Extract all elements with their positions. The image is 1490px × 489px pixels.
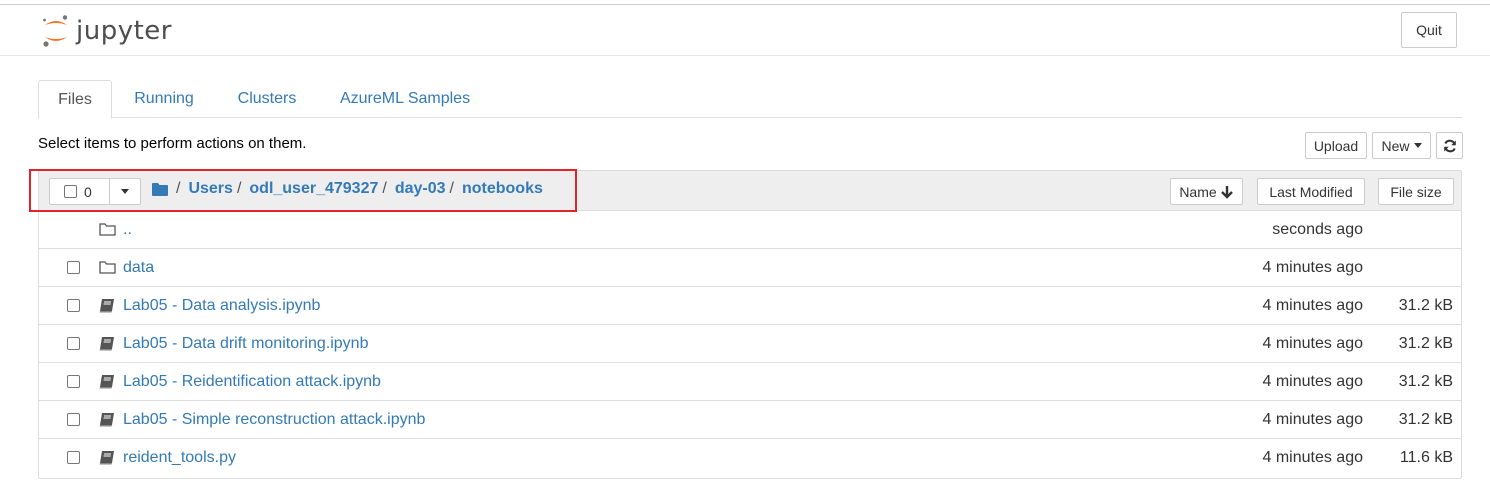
list-item[interactable]: Lab05 - Reidentification attack.ipynb 4 … <box>39 363 1461 401</box>
list-header: 0 / Users / odl_user_479327 / day-03 / n… <box>39 171 1461 211</box>
file-name[interactable]: Lab05 - Data analysis.ipynb <box>123 297 320 315</box>
jupyter-logo-icon <box>43 15 68 47</box>
list-item[interactable]: Lab05 - Data analysis.ipynb 4 minutes ag… <box>39 287 1461 325</box>
new-button-label: New <box>1381 137 1410 154</box>
file-name[interactable]: reident_tools.py <box>123 449 236 467</box>
list-item-updir[interactable]: .. seconds ago <box>39 211 1461 249</box>
row-checkbox[interactable] <box>67 451 80 464</box>
tab-bar: Files Running Clusters AzureML Samples <box>38 80 1462 119</box>
folder-outline-icon <box>99 223 116 236</box>
file-name[interactable]: .. <box>123 221 132 239</box>
breadcrumb-separator: / <box>176 180 181 197</box>
file-modified: 4 minutes ago <box>1262 297 1363 314</box>
selection-hint: Select items to perform actions on them. <box>38 135 307 152</box>
file-size: 31.2 kB <box>1398 335 1453 352</box>
file-size: 31.2 kB <box>1398 297 1453 314</box>
file-book-icon <box>99 451 114 465</box>
list-item[interactable]: data 4 minutes ago <box>39 249 1461 287</box>
breadcrumb-users[interactable]: Users <box>188 180 232 198</box>
tab-azureml-samples[interactable]: AzureML Samples <box>326 80 484 118</box>
sort-name-label: Name <box>1179 183 1217 200</box>
notebook-icon <box>99 413 114 427</box>
folder-icon[interactable] <box>152 182 168 196</box>
refresh-button[interactable] <box>1436 132 1463 159</box>
file-modified: 4 minutes ago <box>1262 411 1363 428</box>
chevron-down-icon <box>121 189 130 194</box>
arrow-down-icon <box>1220 185 1233 199</box>
file-size: 31.2 kB <box>1398 373 1453 390</box>
refresh-icon <box>1443 139 1456 152</box>
select-all-group: 0 <box>49 178 141 205</box>
file-size: 31.2 kB <box>1398 411 1453 428</box>
list-item[interactable]: Lab05 - Data drift monitoring.ipynb 4 mi… <box>39 325 1461 363</box>
sort-by-name-button[interactable]: Name <box>1170 178 1243 205</box>
breadcrumb-separator: / <box>236 180 242 197</box>
new-button[interactable]: New <box>1372 132 1431 159</box>
sort-by-size-button[interactable]: File size <box>1378 178 1454 205</box>
file-name[interactable]: Lab05 - Simple reconstruction attack.ipy… <box>123 411 425 429</box>
folder-outline-icon <box>99 261 116 274</box>
tab-files[interactable]: Files <box>38 80 112 119</box>
file-modified: 4 minutes ago <box>1262 335 1363 352</box>
row-checkbox[interactable] <box>67 413 80 426</box>
sort-by-modified-button[interactable]: Last Modified <box>1257 178 1365 205</box>
breadcrumb-user-folder[interactable]: odl_user_479327 <box>249 180 378 198</box>
tab-running[interactable]: Running <box>120 80 208 118</box>
upload-button[interactable]: Upload <box>1305 132 1367 159</box>
select-all-toggle[interactable]: 0 <box>49 178 111 205</box>
list-item[interactable]: Lab05 - Simple reconstruction attack.ipy… <box>39 401 1461 439</box>
logo-text: jupyter <box>76 16 172 46</box>
notebook-icon <box>99 299 114 313</box>
breadcrumb-separator: / <box>382 180 387 197</box>
file-name[interactable]: data <box>123 259 154 277</box>
file-modified: 4 minutes ago <box>1262 373 1363 390</box>
jupyter-logo[interactable]: jupyter <box>42 13 172 49</box>
file-modified: 4 minutes ago <box>1262 259 1363 276</box>
notebook-icon <box>99 337 114 351</box>
row-checkbox[interactable] <box>67 299 80 312</box>
row-checkbox[interactable] <box>67 261 80 274</box>
file-modified: seconds ago <box>1272 221 1363 238</box>
breadcrumb: / Users / odl_user_479327 / day-03 / not… <box>152 180 543 198</box>
row-checkbox[interactable] <box>67 337 80 350</box>
select-dropdown-button[interactable] <box>110 178 141 205</box>
list-item[interactable]: reident_tools.py 4 minutes ago 11.6 kB <box>39 439 1461 477</box>
breadcrumb-day-03[interactable]: day-03 <box>395 180 446 198</box>
quit-button[interactable]: Quit <box>1401 12 1457 48</box>
tab-clusters[interactable]: Clusters <box>224 80 310 118</box>
notebook-icon <box>99 375 114 389</box>
select-all-checkbox[interactable] <box>64 185 77 198</box>
selected-count: 0 <box>84 183 92 200</box>
file-name[interactable]: Lab05 - Data drift monitoring.ipynb <box>123 335 368 353</box>
file-size: 11.6 kB <box>1399 449 1453 466</box>
chevron-down-icon <box>1413 143 1422 148</box>
breadcrumb-separator: / <box>449 180 454 197</box>
breadcrumb-notebooks[interactable]: notebooks <box>462 180 543 198</box>
header: jupyter Quit <box>0 5 1490 56</box>
file-modified: 4 minutes ago <box>1262 449 1363 466</box>
row-checkbox[interactable] <box>67 375 80 388</box>
file-list: 0 / Users / odl_user_479327 / day-03 / n… <box>38 170 1462 479</box>
file-name[interactable]: Lab05 - Reidentification attack.ipynb <box>123 373 381 391</box>
